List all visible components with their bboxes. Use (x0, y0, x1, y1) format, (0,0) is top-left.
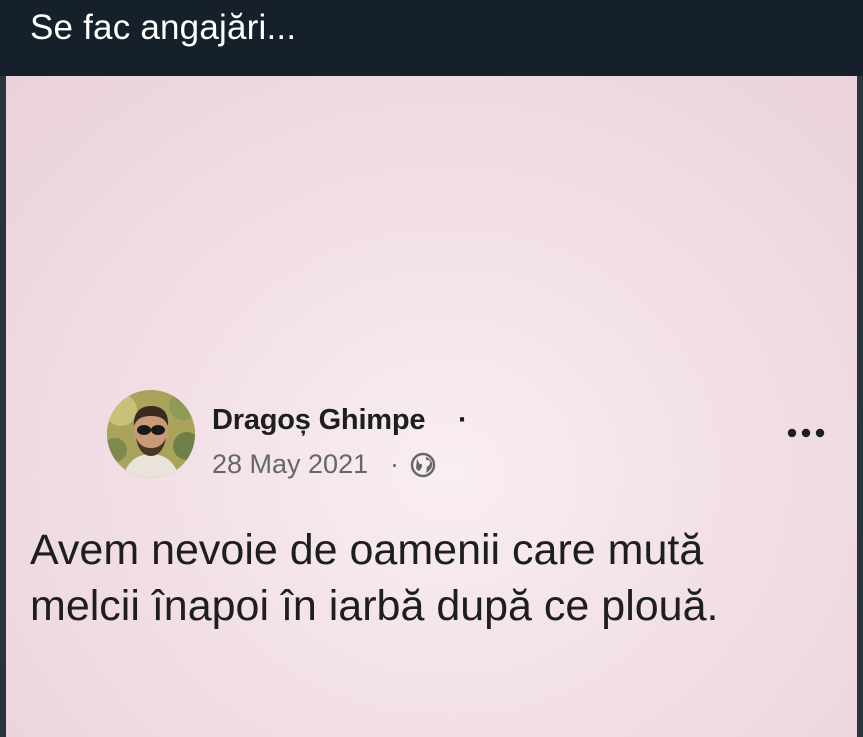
more-options-icon[interactable] (785, 424, 827, 442)
author-name[interactable]: Dragoș Ghimpe (212, 404, 426, 437)
tweet-header: Se fac angajări... (0, 0, 863, 76)
date-separator: · (390, 449, 399, 479)
screenshot-frame: Se fac angajări... Dragoș Ghimpe · 28 Ma… (0, 0, 863, 737)
tweet-text: Se fac angajări... (30, 8, 297, 47)
name-separator: · (458, 404, 468, 436)
avatar-photo (107, 390, 195, 478)
avatar[interactable] (107, 390, 195, 478)
globe-icon (410, 452, 436, 478)
post-date[interactable]: 28 May 2021 (212, 449, 368, 480)
card-edge-right (857, 76, 863, 737)
post-text: Avem nevoie de oamenii care mută melcii … (30, 526, 719, 630)
